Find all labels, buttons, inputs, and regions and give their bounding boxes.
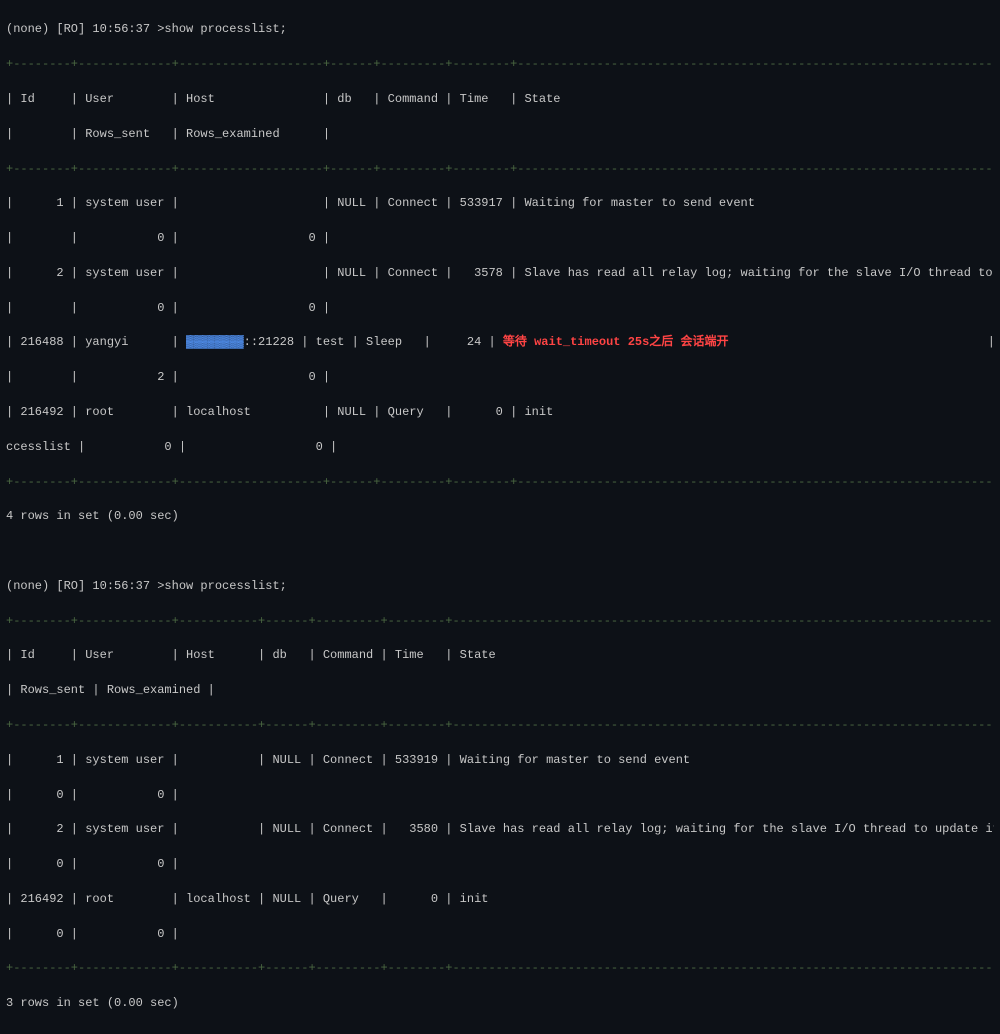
rows-info-2: 3 rows in set (0.00 sec) [6,995,994,1012]
rows-info-1: 4 rows in set (0.00 sec) [6,508,994,525]
data-row-1b: | | 0 | 0 | [6,230,994,247]
data-row-s2-1a: | 1 | system user | | NULL | Connect | 5… [6,752,994,769]
data-row-3b: | | 2 | 0 | [6,369,994,386]
data-row-s2-2b: | 0 | 0 | [6,856,994,873]
prompt-line-1: (none) [RO] 10:56:37 >show processlist; [6,21,994,38]
terminal-output: (none) [RO] 10:56:37 >show processlist; … [6,4,994,1030]
data-row-s2-1b: | 0 | 0 | [6,787,994,804]
header-row-1: | Id | User | Host | db | Command | Time… [6,91,994,108]
data-row-2a: | 2 | system user | | NULL | Connect | 3… [6,265,994,282]
blank-line-1 [6,543,994,560]
separator-4: +--------+-------------+-----------+----… [6,613,994,630]
annotation-text: 等待 wait_timeout 25s之后 会话端开 [503,335,729,349]
prompt-line-2: (none) [RO] 10:56:37 >show processlist; [6,578,994,595]
data-row-4b: ccesslist | 0 | 0 | [6,439,994,456]
data-row-s2-2a: | 2 | system user | | NULL | Connect | 3… [6,821,994,838]
separator-3: +--------+-------------+----------------… [6,474,994,491]
separator-5: +--------+-------------+-----------+----… [6,717,994,734]
header-row-2: | Id | User | Host | db | Command | Time… [6,647,994,664]
header-row-2b: | Rows_sent | Rows_examined | [6,682,994,699]
data-row-3a: | 216488 | yangyi | ▓▓▓▓▓▓▓▓::21228 | te… [6,334,994,351]
header-row-1b: | | Rows_sent | Rows_examined | [6,126,994,143]
separator-1: +--------+-------------+----------------… [6,56,994,73]
separator-2: +--------+-------------+----------------… [6,161,994,178]
data-row-2b: | | 0 | 0 | [6,300,994,317]
data-row-4a: | 216492 | root | localhost | NULL | Que… [6,404,994,421]
separator-6: +--------+-------------+-----------+----… [6,960,994,977]
data-row-1a: | 1 | system user | | NULL | Connect | 5… [6,195,994,212]
data-row-s2-3b: | 0 | 0 | [6,926,994,943]
data-row-s2-3a: | 216492 | root | localhost | NULL | Que… [6,891,994,908]
